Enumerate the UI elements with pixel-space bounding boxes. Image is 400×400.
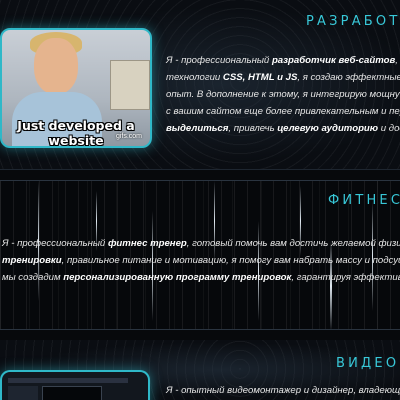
meme-credit: gifs.com [115,133,142,140]
highlighted-text: фитнес тренер [107,238,187,249]
description-text: , привлечь [228,123,278,134]
description-line: технологии CSS, HTML и JS, я создаю эффе… [166,69,400,86]
description-text: Я - опытный видеомонтажер и дизайнер, вл… [166,385,400,396]
video-editor-section: ВИДЕОМ Я - опытный видеомонтажер и дизай… [0,340,400,400]
description-text: опыт. В дополнение к этому, я интегрирую… [166,89,400,100]
video-editor-screenshot [0,370,150,400]
section-title-web-developer: РАЗРАБОТЧИ [306,14,400,29]
description-line: Я - профессиональный разработчик веб-сай… [166,52,400,69]
section-description-video-editor: Я - опытный видеомонтажер и дизайнер, вл… [166,382,400,399]
highlighted-text: CSS, HTML и JS [222,72,298,83]
meme-monitor [110,60,150,110]
section-description-web-developer: Я - профессиональный разработчик веб-сай… [166,52,400,137]
description-line: опыт. В дополнение к этому, я интегрирую… [166,86,400,103]
description-line: тренировки, правильное питание и мотивац… [2,252,400,269]
description-text: , я создаю эффектные ди [297,72,400,83]
description-text: Я - профессиональный [166,55,272,66]
section-title-fitness-trainer: ФИТНЕС Т [328,193,400,208]
editor-media-pane [8,386,38,400]
description-line: Я - опытный видеомонтажер и дизайнер, вл… [166,382,400,399]
description-text: мы создадим [2,272,64,283]
editor-preview [42,386,102,400]
description-text: , спе [395,55,400,66]
fitness-trainer-section: ФИТНЕС Т Я - профессиональный фитнес тре… [0,180,400,330]
editor-toolbar [8,378,128,383]
highlighted-text: выделиться [166,123,229,134]
description-text: технологии [166,72,223,83]
description-text: Я - профессиональный [2,238,108,249]
section-title-video-editor: ВИДЕОМ [336,356,400,371]
description-line: мы создадим персонализированную программ… [2,269,400,286]
highlighted-text: целевую аудиторию [277,123,379,134]
highlighted-text: персонализированную программу тренировок [63,272,292,283]
description-text: и достич [380,123,400,134]
description-text: , готовый помочь вам достичь желаемой фи… [186,238,400,249]
description-text: с вашим сайтом еще более привлекательным… [166,106,400,117]
section-description-fitness-trainer: Я - профессиональный фитнес тренер, гото… [2,235,400,286]
description-line: выделиться, привлечь целевую аудиторию и… [166,120,400,137]
highlighted-text: разработчик веб-сайтов [271,55,396,66]
highlighted-text: тренировки [2,255,62,266]
description-line: с вашим сайтом еще более привлекательным… [166,103,400,120]
description-text: , правильное питание и мотивацию, я помо… [61,255,400,266]
meme-image: Just developed a website gifs.com [0,28,152,148]
meme-kid-face [34,38,78,94]
description-line: Я - профессиональный фитнес тренер, гото… [2,235,400,252]
web-developer-section: РАЗРАБОТЧИ Just developed a website gifs… [0,0,400,170]
description-text: , гарантируя эффективност [291,272,400,283]
